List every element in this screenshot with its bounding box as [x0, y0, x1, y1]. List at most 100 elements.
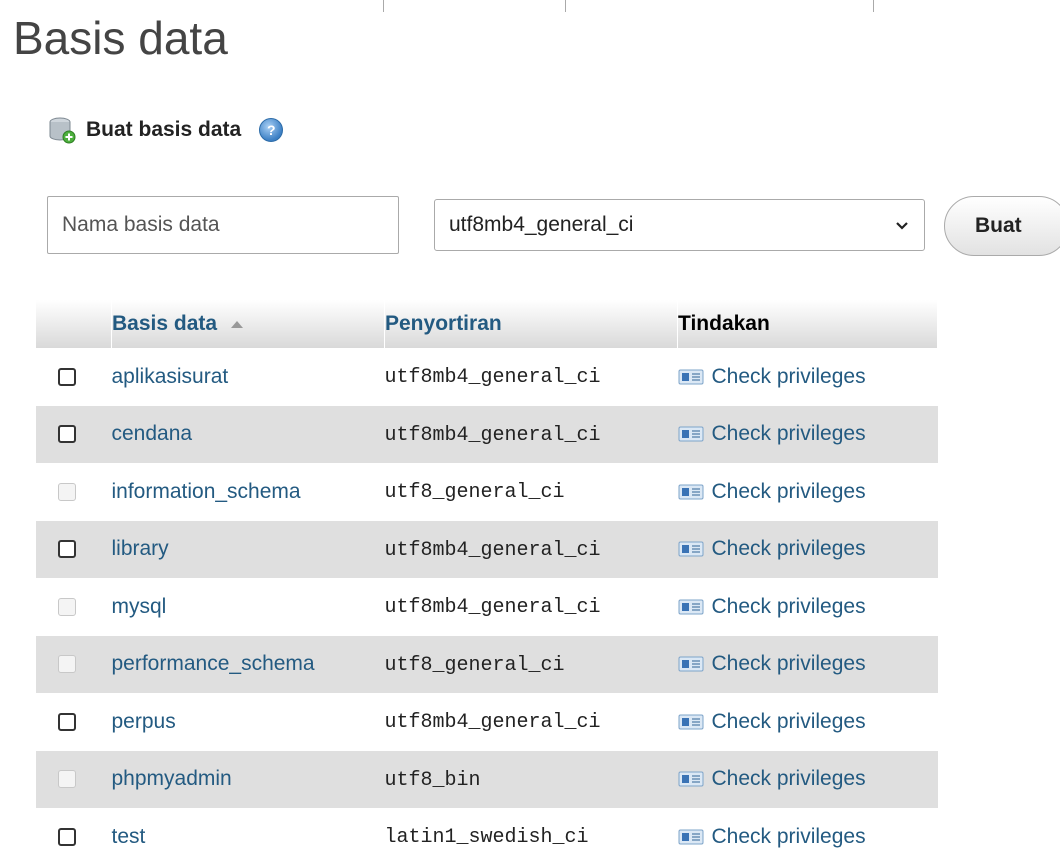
header-action: Tindakan — [677, 300, 938, 348]
action-cell: Check privileges — [677, 635, 938, 693]
database-name-cell: perpus — [111, 693, 385, 751]
sort-ascending-icon — [231, 320, 244, 328]
database-link[interactable]: mysql — [112, 595, 167, 618]
action-cell: Check privileges — [677, 405, 938, 463]
collation-cell: utf8_general_ci — [384, 635, 678, 693]
check-privileges-link[interactable]: Check privileges — [678, 480, 938, 504]
privileges-icon — [678, 714, 703, 730]
database-table: Basis data Penyortiran Tindakan aplikasi… — [36, 300, 938, 866]
collation-select[interactable]: utf8mb4_general_ci — [434, 199, 925, 251]
database-name-cell: mysql — [111, 578, 385, 636]
database-link[interactable]: perpus — [112, 710, 176, 733]
collation-cell: utf8_general_ci — [384, 463, 678, 521]
row-checkbox[interactable] — [58, 540, 76, 559]
row-select-cell — [36, 405, 112, 463]
collation-link[interactable]: utf8_general_ci — [385, 654, 565, 677]
collation-cell: utf8mb4_general_ci — [384, 520, 678, 578]
privileges-icon — [678, 656, 703, 672]
check-privileges-link[interactable]: Check privileges — [678, 652, 938, 676]
top-tab-strip — [232, 0, 1060, 12]
action-cell: Check privileges — [677, 693, 938, 751]
check-privileges-label: Check privileges — [711, 709, 866, 733]
row-checkbox[interactable] — [58, 425, 76, 444]
header-database-label: Basis data — [112, 312, 218, 335]
table-row: library utf8mb4_general_ci Check privilege… — [36, 520, 938, 578]
table-row: test latin1_swedish_ci Check privileges — [36, 808, 938, 866]
database-name-cell: test — [111, 808, 385, 866]
table-row: perpus utf8mb4_general_ci Check privileges — [36, 693, 938, 751]
create-database-button[interactable]: Buat — [944, 196, 1060, 256]
privileges-icon — [678, 484, 703, 500]
database-link[interactable]: aplikasisurat — [112, 365, 229, 388]
table-row: mysql utf8mb4_general_ci Check privileges — [36, 578, 938, 636]
row-select-cell — [36, 750, 112, 808]
row-checkbox[interactable] — [58, 827, 76, 846]
action-cell: Check privileges — [677, 348, 938, 406]
row-checkbox[interactable] — [58, 712, 76, 731]
collation-link[interactable]: utf8mb4_general_ci — [385, 711, 601, 734]
database-name-cell: phpmyadmin — [111, 750, 385, 808]
collation-cell: utf8mb4_general_ci — [384, 348, 678, 406]
check-privileges-label: Check privileges — [711, 824, 866, 848]
database-name-input[interactable] — [47, 196, 399, 254]
collation-link[interactable]: utf8mb4_general_ci — [385, 424, 601, 447]
row-select-cell — [36, 463, 112, 521]
row-checkbox[interactable] — [58, 367, 76, 386]
top-tab[interactable] — [874, 0, 1060, 12]
row-select-cell — [36, 520, 112, 578]
header-select — [36, 300, 112, 348]
row-checkbox — [58, 655, 76, 674]
check-privileges-label: Check privileges — [711, 479, 866, 503]
top-tab[interactable] — [566, 0, 874, 12]
database-link[interactable]: phpmyadmin — [112, 767, 232, 790]
help-icon[interactable]: ? — [259, 118, 284, 142]
check-privileges-link[interactable]: Check privileges — [678, 710, 938, 734]
database-link[interactable]: information_schema — [112, 480, 301, 503]
database-link[interactable]: performance_schema — [112, 652, 315, 675]
collation-link[interactable]: utf8_bin — [385, 769, 481, 792]
table-row: aplikasisurat utf8mb4_general_ci Check pri… — [36, 348, 938, 406]
collation-link[interactable]: utf8mb4_general_ci — [385, 539, 601, 562]
collation-select-value: utf8mb4_general_ci — [449, 213, 634, 236]
row-select-cell — [36, 348, 112, 406]
check-privileges-link[interactable]: Check privileges — [678, 422, 938, 446]
check-privileges-link[interactable]: Check privileges — [678, 365, 938, 389]
database-name-cell: performance_schema — [111, 635, 385, 693]
create-database-label: Buat basis data — [86, 118, 242, 141]
check-privileges-link[interactable]: Check privileges — [678, 767, 938, 791]
collation-cell: utf8mb4_general_ci — [384, 693, 678, 751]
check-privileges-link[interactable]: Check privileges — [678, 537, 938, 561]
header-collation[interactable]: Penyortiran — [384, 300, 678, 348]
database-link[interactable]: cendana — [112, 422, 193, 445]
row-select-cell — [36, 578, 112, 636]
database-name-cell: cendana — [111, 405, 385, 463]
table-row: information_schema utf8_general_ci Check p… — [36, 463, 938, 521]
collation-link[interactable]: latin1_swedish_ci — [385, 826, 589, 849]
header-database[interactable]: Basis data — [111, 300, 385, 348]
row-checkbox — [58, 482, 76, 501]
collation-link[interactable]: utf8_general_ci — [385, 481, 565, 504]
check-privileges-label: Check privileges — [711, 537, 866, 561]
collation-cell: utf8mb4_general_ci — [384, 578, 678, 636]
database-name-cell: information_schema — [111, 463, 385, 521]
check-privileges-link[interactable]: Check privileges — [678, 595, 938, 619]
database-add-icon — [48, 116, 76, 144]
top-tab[interactable] — [384, 0, 566, 12]
top-tab[interactable] — [232, 0, 384, 12]
check-privileges-label: Check privileges — [711, 767, 866, 791]
check-privileges-label: Check privileges — [711, 652, 866, 676]
database-link[interactable]: library — [112, 537, 169, 560]
check-privileges-link[interactable]: Check privileges — [678, 825, 938, 849]
privileges-icon — [678, 426, 703, 442]
row-select-cell — [36, 693, 112, 751]
privileges-icon — [678, 541, 703, 557]
row-checkbox — [58, 597, 76, 616]
table-row: phpmyadmin utf8_bin Check privileges — [36, 750, 938, 808]
action-cell: Check privileges — [677, 463, 938, 521]
database-link[interactable]: test — [112, 825, 146, 848]
collation-link[interactable]: utf8mb4_general_ci — [385, 596, 601, 619]
collation-cell: latin1_swedish_ci — [384, 808, 678, 866]
database-name-cell: library — [111, 520, 385, 578]
action-cell: Check privileges — [677, 750, 938, 808]
collation-link[interactable]: utf8mb4_general_ci — [385, 366, 601, 389]
